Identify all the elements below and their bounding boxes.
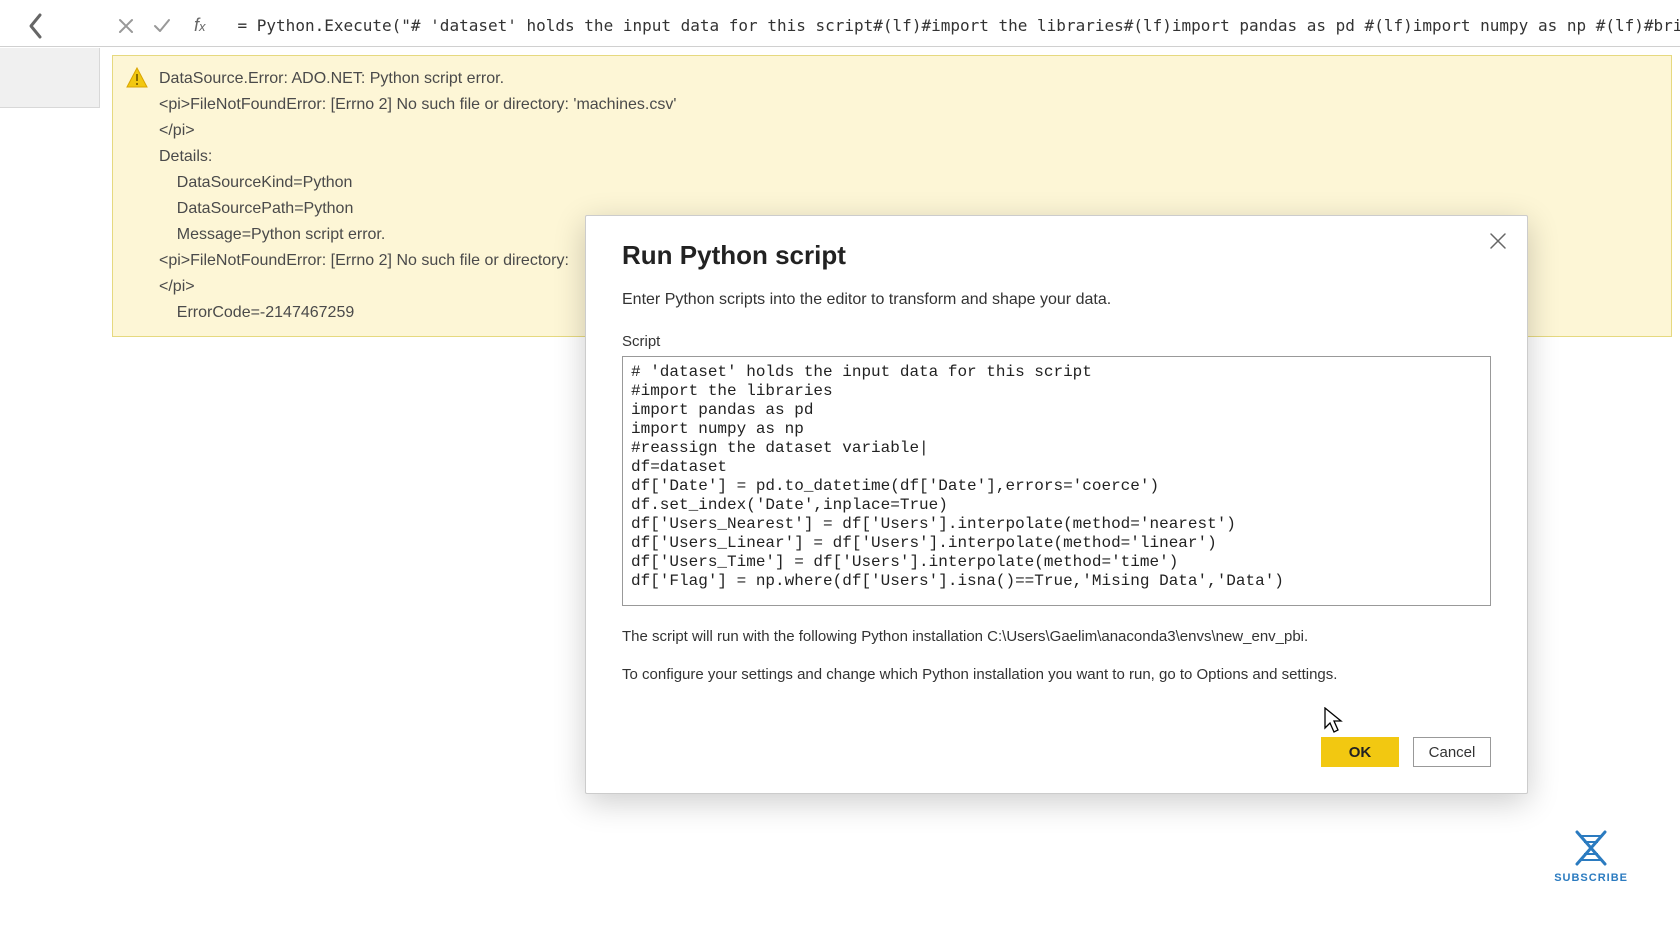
- subscribe-badge[interactable]: SUBSCRIBE: [1554, 828, 1628, 884]
- formula-text[interactable]: = Python.Execute("# 'dataset' holds the …: [238, 16, 1680, 35]
- formula-controls: fx: [112, 12, 206, 40]
- dialog-title: Run Python script: [622, 240, 1491, 271]
- dialog-subtitle: Enter Python scripts into the editor to …: [622, 291, 1491, 309]
- dialog-button-row: OK Cancel: [622, 737, 1491, 767]
- back-chevron-icon[interactable]: [0, 5, 72, 46]
- formula-bar: fx = Python.Execute("# 'dataset' holds t…: [0, 5, 1680, 47]
- subscribe-label: SUBSCRIBE: [1554, 872, 1628, 884]
- confirm-formula-icon[interactable]: [148, 12, 176, 40]
- run-python-script-dialog: Run Python script Enter Python scripts i…: [585, 215, 1528, 794]
- ok-button[interactable]: OK: [1321, 737, 1399, 767]
- fx-label: fx: [194, 15, 206, 36]
- cancel-formula-icon[interactable]: [112, 12, 140, 40]
- cancel-button[interactable]: Cancel: [1413, 737, 1491, 767]
- warning-icon: [125, 66, 149, 90]
- close-icon[interactable]: [1483, 226, 1513, 256]
- install-note-1: The script will run with the following P…: [622, 625, 1491, 649]
- script-label: Script: [622, 333, 1491, 350]
- dna-icon: [1569, 828, 1613, 868]
- install-note-2: To configure your settings and change wh…: [622, 663, 1491, 687]
- error-title: DataSource.Error: ADO.NET: Python script…: [159, 66, 676, 92]
- script-input[interactable]: [622, 356, 1491, 606]
- sidebar-stub: [0, 48, 100, 108]
